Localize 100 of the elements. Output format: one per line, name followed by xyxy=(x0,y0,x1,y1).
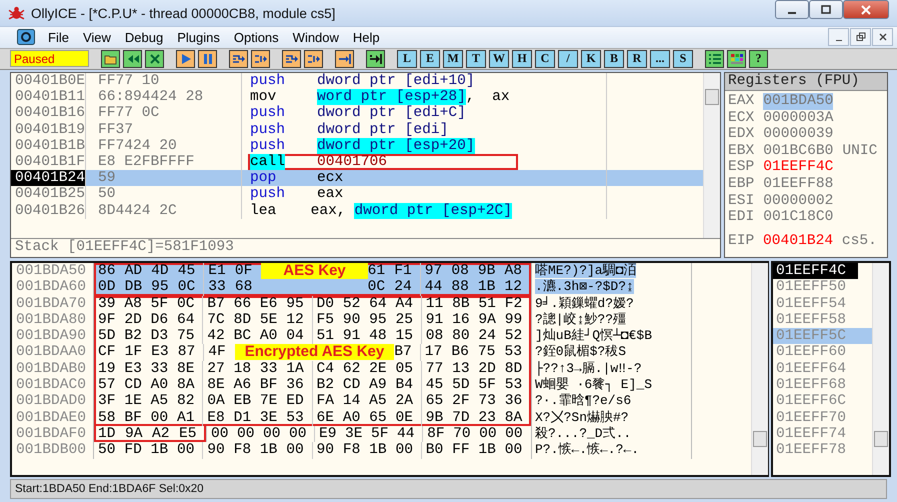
close-button[interactable] xyxy=(872,28,893,46)
cross-icon xyxy=(148,52,162,65)
register-value[interactable]: 01EEFF88 xyxy=(763,176,834,193)
hex-bytes[interactable]: 3F 1E A5 82 0A EB 7E ED FA 14 A5 2A 65 2F 73 36 xyxy=(94,393,532,410)
operand: , ax xyxy=(466,89,510,106)
menu-item[interactable]: File xyxy=(41,30,76,45)
menu-item[interactable]: Help xyxy=(346,30,387,45)
register-value[interactable]: 00401B24 xyxy=(763,232,834,249)
maximize-button[interactable] xyxy=(809,0,843,19)
rewind-icon xyxy=(126,52,140,65)
till-return-button[interactable] xyxy=(335,50,354,68)
letter-button[interactable]: M xyxy=(443,50,463,68)
register-comment: cs5. xyxy=(842,232,877,249)
close-button[interactable] xyxy=(843,0,889,19)
annotation-label: AES Key xyxy=(261,263,368,279)
hex-cell: 50 xyxy=(86,186,242,202)
minimize-button[interactable] xyxy=(775,0,809,19)
close-icon xyxy=(878,32,888,42)
mnemonic: lea xyxy=(250,202,276,218)
operand: word ptr [esp+28] xyxy=(317,89,466,106)
ascii-text: ?銍0鼠楣$?秡S xyxy=(535,344,626,360)
step-into-button[interactable] xyxy=(229,50,248,68)
pause-button[interactable] xyxy=(198,50,217,68)
code-line[interactable]: 00401B26 8D4424 2C lea eax, dword ptr [esp+2C] xyxy=(11,202,703,219)
ascii-text: ├??↑3→膈.|w‼-? xyxy=(535,360,642,376)
close-icon xyxy=(860,4,872,14)
letter-button[interactable]: S xyxy=(673,50,693,68)
menu-item[interactable]: View xyxy=(76,30,118,45)
annotation-label: Encrypted AES Key xyxy=(234,344,394,360)
scrollbar[interactable] xyxy=(703,73,720,238)
address-cell: 001BDAE0 xyxy=(12,410,94,426)
register-value[interactable]: 0000003A xyxy=(763,110,834,126)
register-name: EBP xyxy=(728,176,754,193)
hex-bytes[interactable]: 39 A8 5F 0C B7 66 E6 95 D0 52 64 A4 11 8B 51 F2 xyxy=(94,296,532,312)
hex-cell: 59 xyxy=(86,170,242,186)
register-value[interactable]: 01EEFF4C xyxy=(763,159,834,176)
hex-bytes[interactable]: 19 E3 33 8E 27 18 33 1A C4 62 2E 05 77 13 2D 8D xyxy=(94,360,532,378)
maximize-icon xyxy=(820,4,832,14)
hex-bytes[interactable]: 86 AD 4D 45 E1 0F AES Key 61 F1 97 08 9B A8 xyxy=(94,263,532,280)
letter-button[interactable]: R xyxy=(627,50,647,68)
menu-item[interactable]: Options xyxy=(226,30,286,45)
scrollbar[interactable] xyxy=(751,263,768,475)
status-bar: Start:1BDA50 End:1BDA6F Sel:0x20 xyxy=(10,479,887,499)
register-value[interactable]: 00000002 xyxy=(763,192,834,210)
code-line[interactable]: 00401B11 66:894424 28 mov word ptr [esp+28], ax xyxy=(11,89,703,106)
mnemonic: push xyxy=(250,122,286,138)
hex-cell: FF77 10 xyxy=(86,73,242,90)
code-line[interactable]: 00401B16 FF77 0C push dword ptr [edi+C] xyxy=(11,105,703,122)
address-cell: 001BDAA0 xyxy=(12,344,94,361)
colors-button[interactable] xyxy=(727,50,746,68)
trace-into-button[interactable] xyxy=(282,50,301,68)
status-label: Paused xyxy=(10,50,89,68)
hex-bytes[interactable]: 9F 2D D6 64 7C 8D 5E 12 F5 90 95 25 91 16 9A 99 xyxy=(94,312,532,328)
hex-bytes[interactable]: 50 FD 1B 00 90 F8 1B 00 90 F8 1B 00 B0 FF 1B 00 xyxy=(94,442,532,459)
ascii-text: .瀌.3h⊠-?$D?↨ xyxy=(535,279,634,294)
hex-bytes[interactable]: CF 1F E3 87 4F Encrypted AES Key B7 17 B6 75 53 xyxy=(94,344,532,361)
letter-button[interactable]: C xyxy=(535,50,555,68)
hex-bytes[interactable]: 0D DB 95 0C 33 68 0C 24 44 88 1B 12 xyxy=(94,279,532,296)
menu-item[interactable]: Debug xyxy=(118,30,170,45)
list-icon xyxy=(708,52,722,65)
help-button[interactable]: ? xyxy=(749,50,768,68)
hex-cell: 8D4424 2C xyxy=(86,202,242,219)
register-value[interactable]: 001BC6B0 xyxy=(763,142,834,160)
letter-button[interactable]: / xyxy=(558,50,578,68)
register-value[interactable]: 00000039 xyxy=(763,126,834,143)
letter-button[interactable]: ... xyxy=(650,50,670,68)
step-over-button[interactable] xyxy=(251,50,270,68)
letter-button[interactable]: B xyxy=(604,50,624,68)
menu-item[interactable]: Plugins xyxy=(170,30,227,45)
restart-button[interactable] xyxy=(123,50,142,68)
open-button[interactable] xyxy=(101,50,120,68)
menu-item[interactable]: Window xyxy=(286,30,346,45)
letter-button[interactable]: K xyxy=(581,50,601,68)
restore-icon xyxy=(856,32,866,42)
hex-bytes[interactable]: 58 BF 00 A1 E8 D1 3E 53 6E A0 65 0E 9B 7D 23 8A xyxy=(94,410,532,426)
hex-bytes[interactable]: 1D 9A A2 E5 00 00 00 00 E9 3E 5F 44 8F 70 00 00 xyxy=(94,426,532,442)
list-button[interactable] xyxy=(705,50,724,68)
letter-button[interactable]: E xyxy=(420,50,440,68)
hex-bytes[interactable]: 57 CD A0 8A 8E A6 BF 36 B2 CD A9 B4 45 5D 5F 53 xyxy=(94,377,532,394)
ascii-text: W蛔嬰 ·6餮┐ E]_S xyxy=(535,377,652,392)
scrollbar[interactable] xyxy=(872,263,889,475)
trace-over-button[interactable] xyxy=(304,50,323,68)
step-over-icon xyxy=(254,52,268,65)
register-value[interactable]: 001C18C0 xyxy=(763,209,834,226)
ascii-text: ?謥|峧↨魦??殭 xyxy=(535,312,626,327)
mnemonic: push xyxy=(250,73,286,89)
goto-button[interactable] xyxy=(366,50,385,68)
run-button[interactable] xyxy=(176,50,195,68)
mnemonic: mov xyxy=(250,89,276,106)
code-line[interactable]: 00401B1B FF7424 20 push dword ptr [esp+20] xyxy=(11,138,703,154)
letter-button[interactable]: H xyxy=(512,50,532,68)
ascii-text: P?.愱←.愱←.?←. xyxy=(535,442,640,458)
letter-button[interactable]: L xyxy=(397,50,417,68)
operand: dword ptr [esp+20] xyxy=(317,138,475,154)
close-button[interactable] xyxy=(145,50,164,68)
restore-button[interactable] xyxy=(850,28,871,46)
step-into-icon xyxy=(232,52,246,65)
stack-address[interactable]: 01EEFF4C xyxy=(773,263,858,280)
letter-button[interactable]: W xyxy=(489,50,509,68)
letter-button[interactable]: T xyxy=(466,50,486,68)
